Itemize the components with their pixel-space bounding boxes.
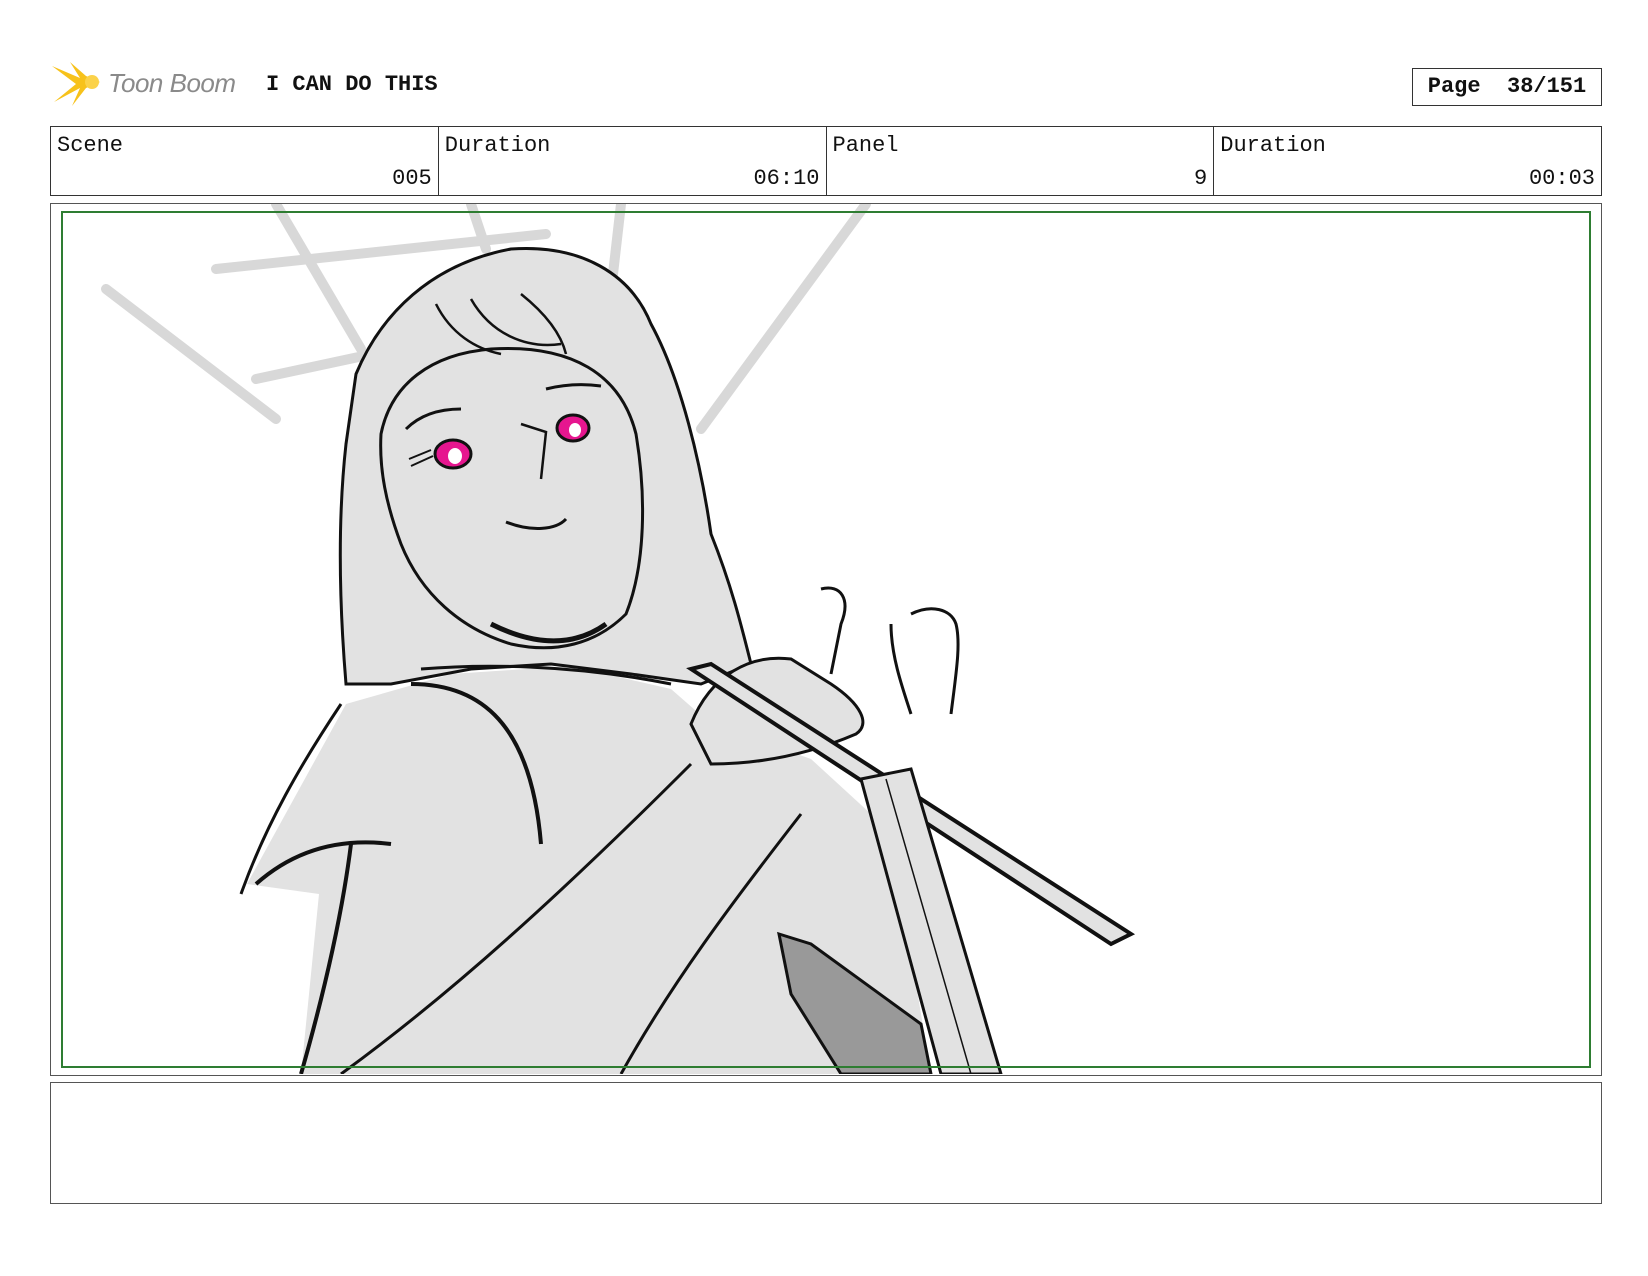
logo-burst-icon xyxy=(52,62,100,106)
panel-sketch xyxy=(101,204,1136,1074)
scene-cell: Scene 005 xyxy=(51,127,439,195)
panel-duration-label: Duration xyxy=(1220,133,1326,158)
panel-cell: Panel 9 xyxy=(827,127,1215,195)
panel-duration-value: 00:03 xyxy=(1528,166,1595,191)
project-title: I CAN DO THIS xyxy=(266,72,438,97)
scene-duration-cell: Duration 06:10 xyxy=(439,127,827,195)
page-number: 38/151 xyxy=(1507,74,1587,99)
storyboard-panel xyxy=(50,203,1602,1076)
page-header: Toon Boom I CAN DO THIS Page 38/151 xyxy=(50,58,1602,108)
scene-duration-label: Duration xyxy=(444,133,551,158)
panel-info-row: Scene 005 Duration 06:10 Panel 9 Duratio… xyxy=(50,126,1602,196)
scene-value: 005 xyxy=(392,166,432,191)
panel-duration-cell: Duration 00:03 xyxy=(1214,127,1601,195)
page-indicator: Page 38/151 xyxy=(1412,68,1602,106)
scene-duration-value: 06:10 xyxy=(753,166,820,191)
logo-text: Toon Boom xyxy=(108,68,236,98)
page-label: Page xyxy=(1427,74,1481,99)
scene-label: Scene xyxy=(57,133,124,158)
toon-boom-logo: Toon Boom xyxy=(50,58,250,108)
panel-value: 9 xyxy=(1194,166,1208,191)
panel-label: Panel xyxy=(832,133,899,158)
notes-box[interactable] xyxy=(50,1082,1602,1204)
